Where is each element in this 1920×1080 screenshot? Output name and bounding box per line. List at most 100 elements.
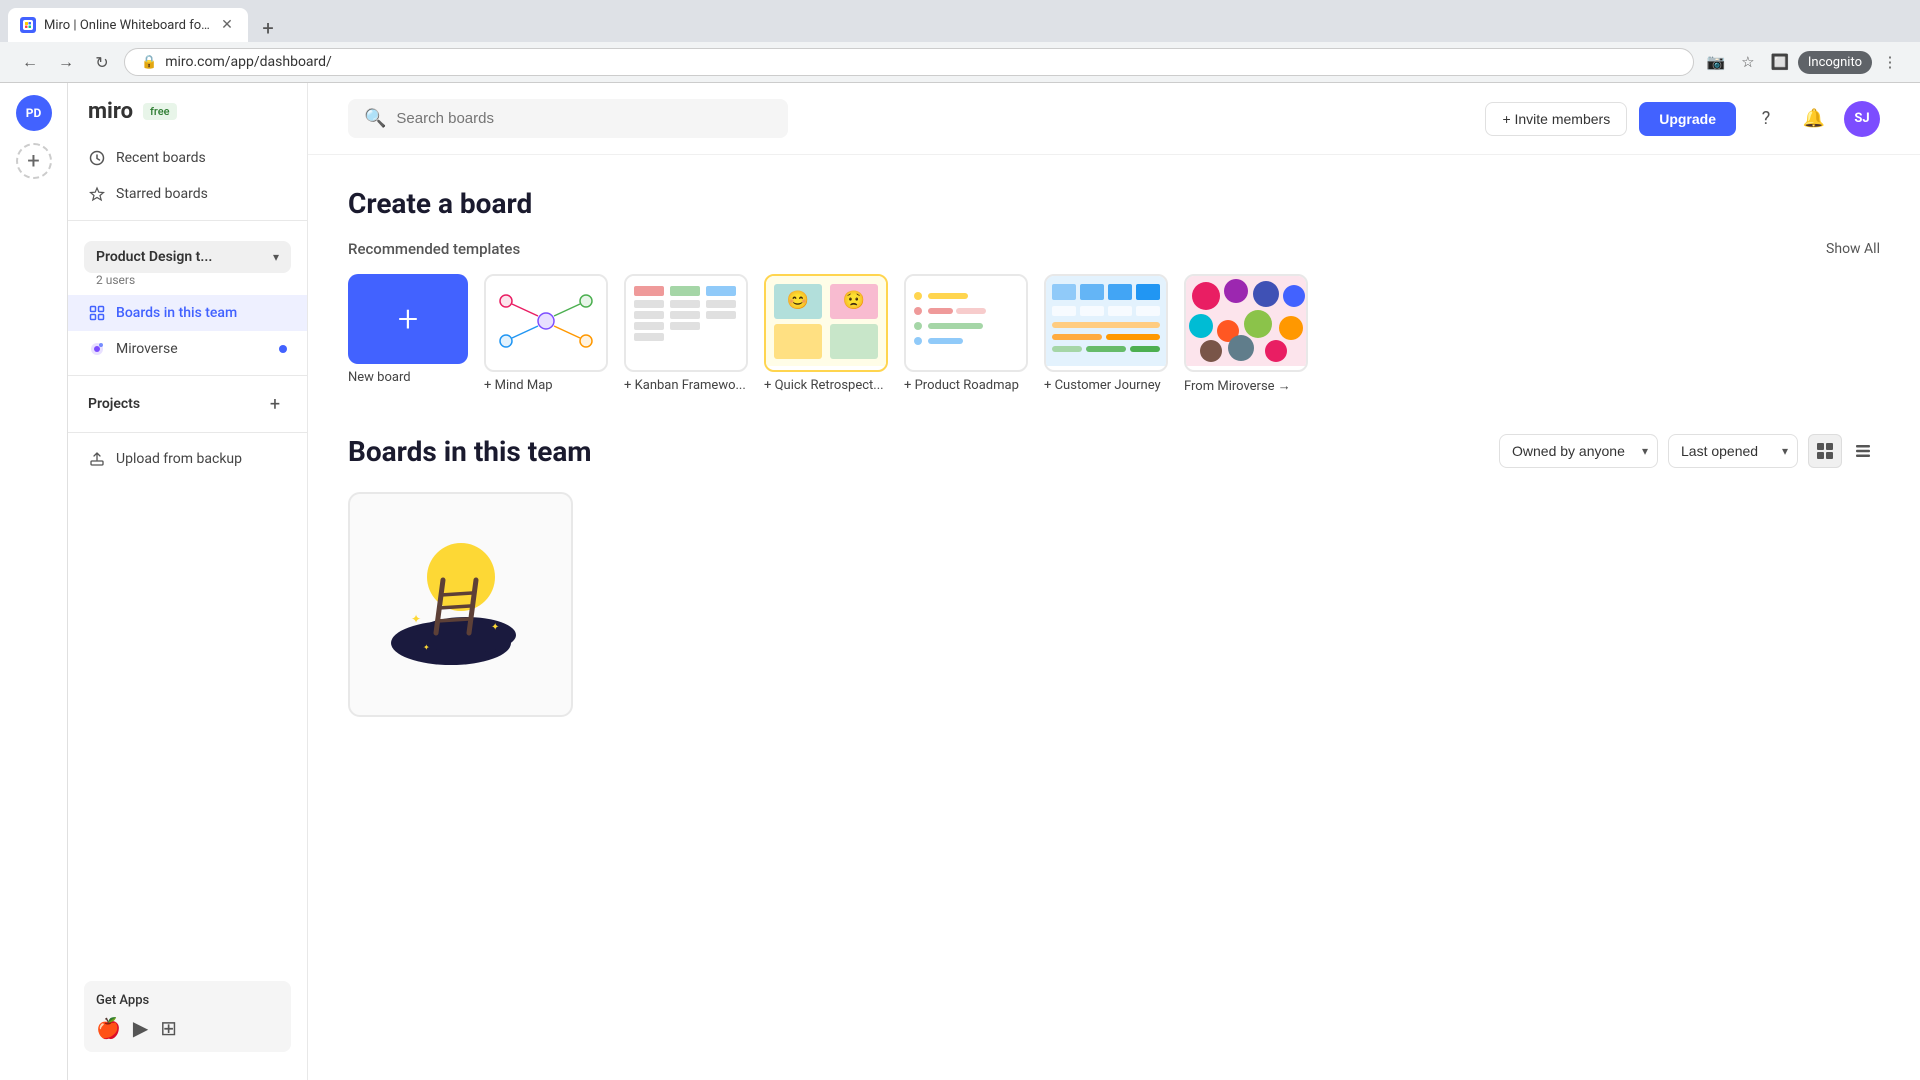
sidebar-item-upload-backup[interactable]: Upload from backup [68,441,307,477]
show-all-link[interactable]: Show All [1826,241,1880,257]
template-mind-map[interactable]: + Mind Map [484,274,608,393]
app-container: PD + miro free Recent boards Starred boa… [0,83,1920,1080]
journey-thumb [1044,274,1168,372]
sort-filter-select[interactable]: Last opened Last modified Alphabetical [1668,434,1798,468]
lock-icon: 🔒 [141,55,157,70]
invite-members-button[interactable]: + Invite members [1485,102,1627,136]
team-name: Product Design t... [96,249,212,265]
sidebar-item-starred-boards[interactable]: Starred boards [68,176,307,212]
search-bar-container: 🔍 [348,99,788,138]
search-input[interactable] [396,110,772,127]
sort-filter-wrapper: Last opened Last modified Alphabetical [1668,434,1798,468]
sidebar-item-miroverse[interactable]: Miroverse [68,331,307,367]
team-section: Product Design t... ▾ 2 users [84,241,291,291]
boards-title: Boards in this team [348,435,592,468]
google-play-icon[interactable]: ▶ [133,1016,148,1040]
new-tab-button[interactable]: + [254,14,282,42]
view-toggle [1808,434,1880,468]
plus-icon: + [398,298,418,340]
kanban-svg [626,276,746,366]
add-workspace-button[interactable]: + [16,143,52,179]
kanban-thumb [624,274,748,372]
more-options-icon[interactable]: ⋮ [1876,48,1904,76]
extensions-icon[interactable]: 🔲 [1766,48,1794,76]
chevron-down-icon: ▾ [273,250,279,264]
owned-filter-wrapper: Owned by anyone Owned by me [1499,434,1658,468]
template-label-miroverse: From Miroverse → [1184,378,1308,394]
board-card-empty[interactable]: ✦ ✦ ✦ [348,492,573,717]
retro-svg: 😊 😟 [766,276,886,366]
recent-boards-label: Recent boards [116,150,206,166]
browser-toolbar: ← → ↻ 🔒 miro.com/app/dashboard/ 📷 ☆ 🔲 In… [0,42,1920,83]
template-kanban[interactable]: + Kanban Framewo... [624,274,748,393]
apple-icon[interactable]: 🍎 [96,1016,121,1040]
sidebar-item-recent-boards[interactable]: Recent boards [68,140,307,176]
boards-in-team-label: Boards in this team [116,305,237,321]
top-bar: 🔍 + Invite members Upgrade ? 🔔 SJ [308,83,1920,155]
boards-filters: Owned by anyone Owned by me Last opened … [1499,434,1880,468]
content-area: Create a board Recommended templates Sho… [308,155,1920,749]
template-new-board[interactable]: + New board [348,274,468,385]
svg-text:😊: 😊 [787,290,809,311]
help-button[interactable]: ? [1748,101,1784,137]
create-board-title: Create a board [348,187,1880,220]
retro-thumb: 😊 😟 [764,274,888,372]
user-avatar[interactable]: SJ [1844,101,1880,137]
template-roadmap[interactable]: + Product Roadmap [904,274,1028,393]
logo-area: miro free [68,99,307,140]
boards-header: Boards in this team Owned by anyone Owne… [348,434,1880,468]
app-icons-row: 🍎 ▶ ⊞ [96,1016,279,1040]
main-content: 🔍 + Invite members Upgrade ? 🔔 SJ Create… [308,83,1920,1080]
svg-text:✦: ✦ [423,643,430,652]
mind-map-thumb [484,274,608,372]
recommended-label: Recommended templates [348,240,520,258]
miroverse-thumb [1184,274,1308,372]
tab-title: Miro | Online Whiteboard for Vis... [44,18,210,33]
notifications-button[interactable]: 🔔 [1796,101,1832,137]
template-retro[interactable]: 😊 😟 + Quick Retrospect... [764,274,888,393]
browser-actions: 📷 ☆ 🔲 Incognito ⋮ [1702,48,1904,76]
journey-svg [1046,276,1166,366]
camera-icon[interactable]: 📷 [1702,48,1730,76]
workspace-avatar[interactable]: PD [16,95,52,131]
favicon [20,17,36,33]
roadmap-thumb [904,274,1028,372]
upload-icon [88,450,106,468]
new-board-thumb[interactable]: + [348,274,468,364]
close-tab-button[interactable]: ✕ [218,16,236,34]
windows-icon[interactable]: ⊞ [160,1016,177,1040]
template-customer-journey[interactable]: + Customer Journey [1044,274,1168,393]
sidebar-item-boards-in-team[interactable]: Boards in this team [68,295,307,331]
templates-header: Recommended templates Show All [348,240,1880,258]
star-icon [88,185,106,203]
plan-badge: free [143,103,176,120]
back-button[interactable]: ← [16,48,44,76]
forward-button[interactable]: → [52,48,80,76]
sidebar: miro free Recent boards Starred boards P… [68,83,308,1080]
owned-filter-select[interactable]: Owned by anyone Owned by me [1499,434,1658,468]
address-bar[interactable]: 🔒 miro.com/app/dashboard/ [124,48,1694,76]
boards-grid: ✦ ✦ ✦ [348,492,1880,717]
template-miroverse[interactable]: From Miroverse → [1184,274,1308,394]
template-label-kanban: + Kanban Framewo... [624,378,748,393]
sidebar-divider-2 [68,375,307,376]
upgrade-button[interactable]: Upgrade [1639,102,1736,136]
grid-view-button[interactable] [1808,434,1842,468]
reload-button[interactable]: ↻ [88,48,116,76]
browser-chrome: Miro | Online Whiteboard for Vis... ✕ + … [0,0,1920,83]
top-actions: + Invite members Upgrade ? 🔔 SJ [1485,101,1880,137]
miroverse-icon [88,340,106,358]
miroverse-label: Miroverse [116,341,178,357]
upload-backup-label: Upload from backup [116,451,242,467]
add-project-button[interactable]: + [263,392,287,416]
profile-chip[interactable]: Incognito [1798,51,1872,74]
template-label-roadmap: + Product Roadmap [904,378,1028,393]
search-icon: 🔍 [364,108,386,129]
active-tab[interactable]: Miro | Online Whiteboard for Vis... ✕ [8,8,248,42]
tab-bar: Miro | Online Whiteboard for Vis... ✕ + [0,0,1920,42]
template-label-mind-map: + Mind Map [484,378,608,393]
team-selector[interactable]: Product Design t... ▾ [84,241,291,273]
team-users-count: 2 users [84,273,291,291]
star-bookmark-icon[interactable]: ☆ [1734,48,1762,76]
list-view-button[interactable] [1846,434,1880,468]
